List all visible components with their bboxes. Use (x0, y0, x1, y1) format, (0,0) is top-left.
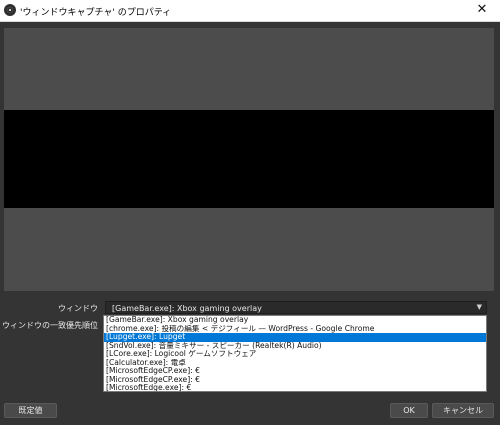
obs-logo-icon (4, 4, 16, 16)
capture-preview (4, 28, 494, 291)
dropdown-item[interactable]: [LCore.exe]: Logicool ゲームソフトウェア (104, 350, 486, 359)
dropdown-item[interactable]: [MicrosoftEdgeCP.exe]: € (104, 376, 486, 385)
defaults-button[interactable]: 既定値 (4, 403, 57, 418)
dropdown-item[interactable]: [chrome.exe]: 投稿の編集 < デジフィール — WordPress… (104, 325, 486, 334)
window-select[interactable]: [GameBar.exe]: Xbox gaming overlay ▼ (105, 301, 487, 314)
priority-label: ウィンドウの一致優先順位 (2, 321, 98, 330)
ok-button[interactable]: OK (390, 403, 428, 418)
dropdown-item[interactable]: [SndVol.exe]: 音量ミキサー - スピーカー (Realtek(R)… (104, 342, 486, 351)
window-label: ウィンドウ (58, 304, 98, 313)
cancel-button[interactable]: キャンセル (432, 403, 494, 418)
window-title: 'ウィンドウキャプチャ' のプロパティ (20, 8, 172, 18)
close-button[interactable]: ✕ (464, 0, 500, 21)
window-select-value: [GameBar.exe]: Xbox gaming overlay (112, 304, 262, 313)
dropdown-item[interactable]: [MicrosoftEdge.exe]: € (104, 384, 486, 391)
dropdown-item[interactable]: [GameBar.exe]: Xbox gaming overlay (104, 316, 486, 325)
chevron-down-icon[interactable]: ▼ (477, 303, 482, 311)
preview-content (4, 110, 494, 208)
dropdown-item[interactable]: [Calculator.exe]: 電卓 (104, 359, 486, 368)
title-bar: 'ウィンドウキャプチャ' のプロパティ ✕ (0, 0, 500, 22)
dropdown-item[interactable]: [MicrosoftEdgeCP.exe]: € (104, 367, 486, 376)
window-dropdown-list[interactable]: [GameBar.exe]: Xbox gaming overlay [chro… (103, 315, 487, 392)
dropdown-item-selected[interactable]: [Lupget.exe]: Lupget (104, 333, 486, 342)
